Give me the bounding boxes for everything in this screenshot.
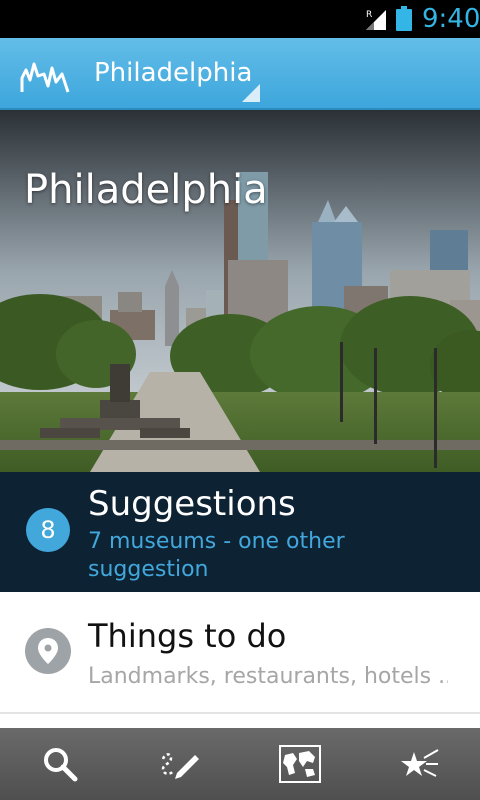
city-skyline-photo (0, 110, 480, 472)
bottom-toolbar (0, 728, 480, 800)
things-to-do-title: Things to do (88, 617, 287, 655)
suggestions-count-badge: 8 (26, 508, 70, 552)
things-to-do-row[interactable]: Things to do Landmarks, restaurants, hot… (0, 592, 480, 714)
hero-title: Philadelphia (24, 167, 268, 213)
map-icon (279, 745, 321, 783)
dropdown-indicator-icon[interactable] (242, 84, 260, 102)
signal-icon: R (366, 10, 386, 30)
list-continuation (0, 714, 480, 728)
svg-text:R: R (366, 10, 372, 20)
suggestions-subtitle: 7 museums - one other suggestion (88, 529, 345, 582)
map-button[interactable] (240, 728, 360, 800)
action-bar: Philadelphia (0, 38, 480, 110)
app-logo-icon[interactable] (20, 58, 70, 94)
battery-icon (396, 6, 412, 31)
favorites-icon (401, 749, 439, 777)
hero-image: Philadelphia (0, 110, 480, 472)
suggestions-title: Suggestions (88, 484, 296, 524)
edit-button[interactable] (120, 728, 240, 800)
favorites-button[interactable] (360, 728, 480, 800)
suggestions-row[interactable]: 8 Suggestions 7 museums - one other sugg… (0, 472, 480, 592)
clock-time: 9:40 (422, 4, 480, 34)
city-spinner-label[interactable]: Philadelphia (94, 56, 252, 90)
search-icon (44, 748, 78, 782)
status-bar: R 9:40 (0, 0, 480, 38)
search-button[interactable] (0, 728, 120, 800)
things-to-do-subtitle: Landmarks, restaurants, hotels ... (88, 664, 448, 689)
location-pin-icon (25, 628, 71, 674)
edit-icon (161, 753, 199, 779)
